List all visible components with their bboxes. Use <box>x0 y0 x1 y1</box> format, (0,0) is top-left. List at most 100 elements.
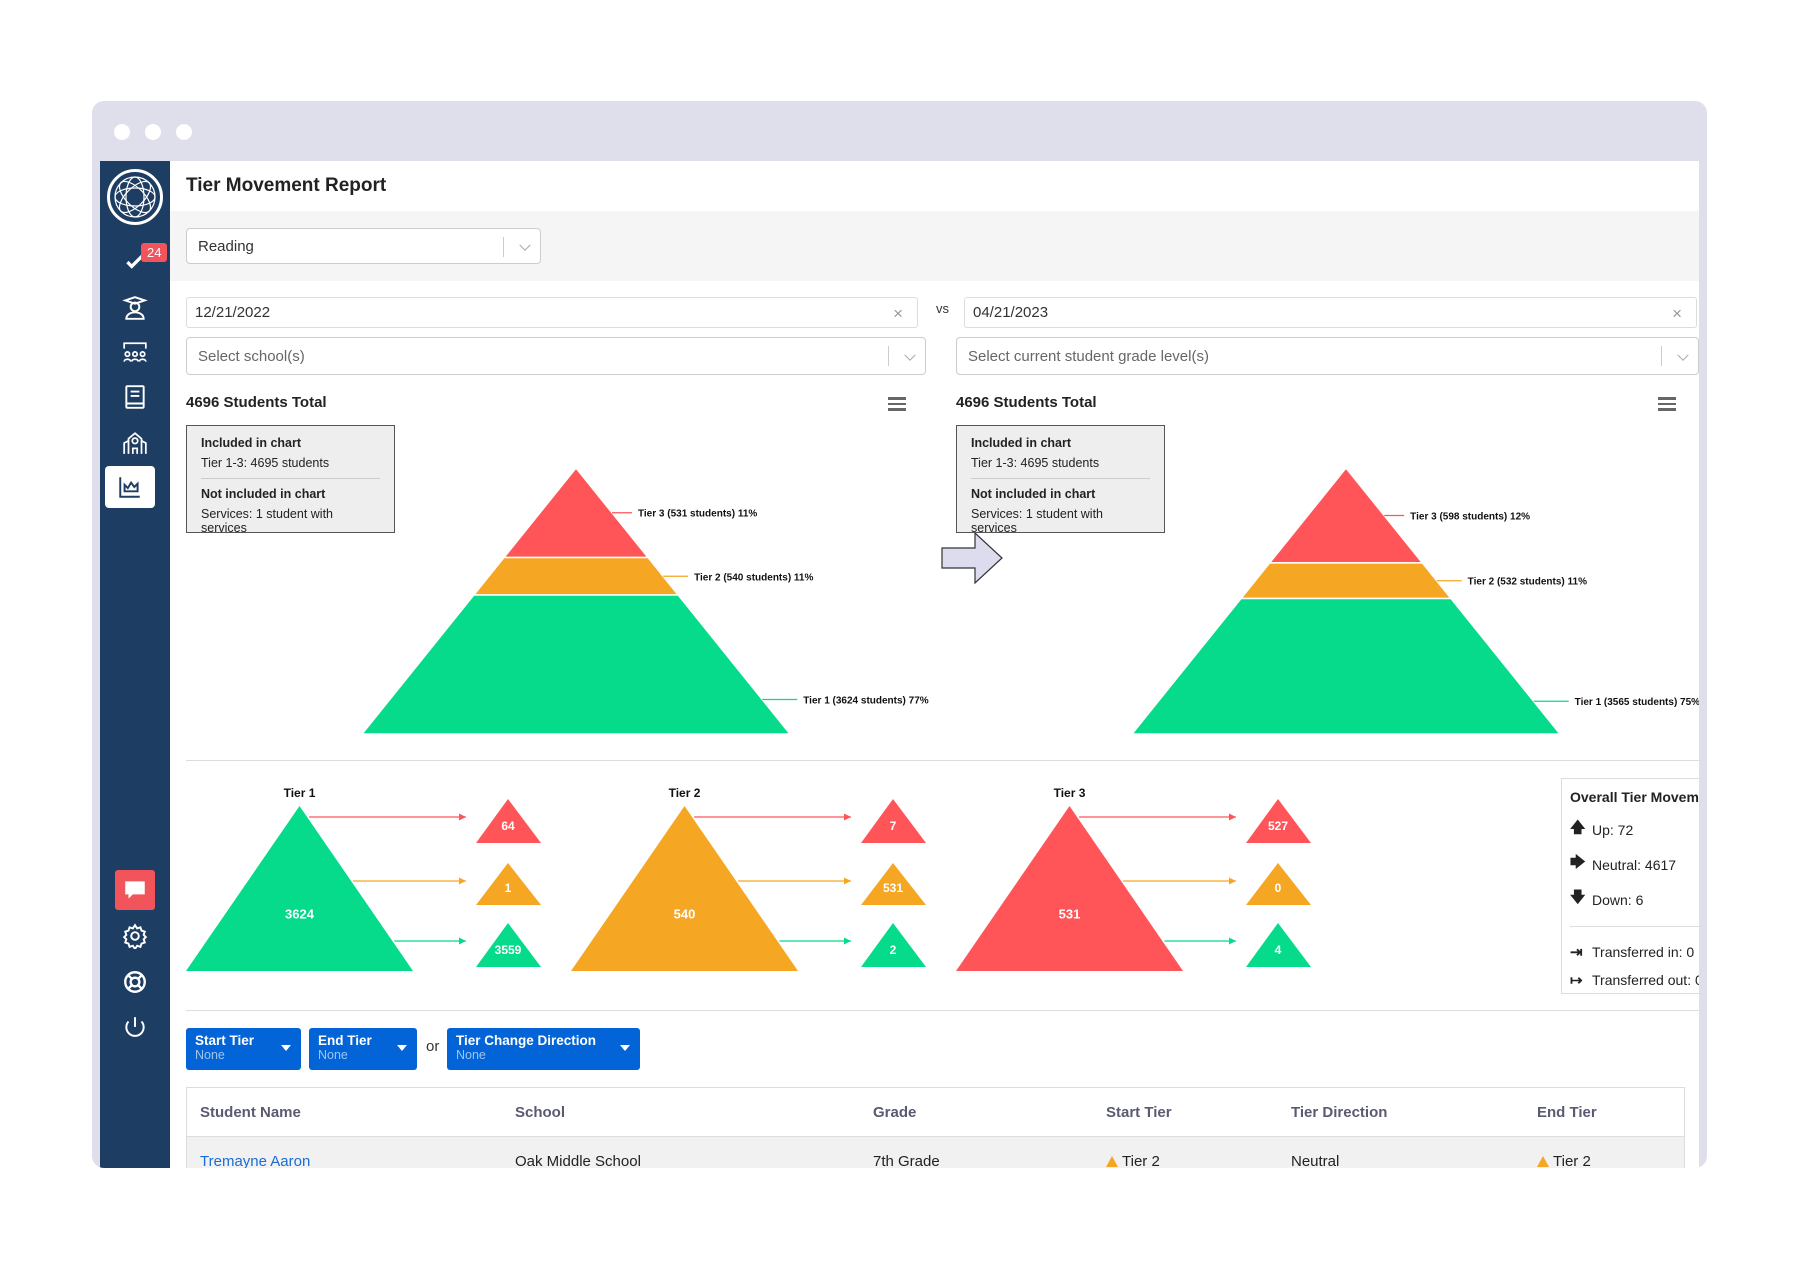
lifebuoy-icon <box>124 971 146 993</box>
sign-in-icon: ⇥ <box>1570 944 1583 961</box>
pyramid-label: Tier 1 (3624 students) 77% <box>803 696 929 707</box>
sidebar-item-chat[interactable] <box>115 870 155 910</box>
flow-target-value: 3559 <box>495 943 522 957</box>
flow-source-value: 531 <box>1059 907 1081 922</box>
sidebar-item-tasks[interactable]: 24 <box>111 241 168 281</box>
chart-icon <box>119 477 140 498</box>
flow-source-triangle[interactable] <box>956 806 1183 971</box>
pyramid-label: Tier 2 (532 students) 11% <box>1468 577 1587 588</box>
tier-flow-chart: Tier 1 3624 64 1 3559 Tier 2 540 7 531 2 Tier 3 531… <box>186 786 1311 971</box>
window-dot <box>145 124 161 140</box>
right-pyramid-chart: Tier 3 (598 students) 12% Tier 2 (532 stu… <box>1130 466 1699 735</box>
flow-source-value: 540 <box>674 907 696 922</box>
arrow-up-icon: 🡅 <box>1570 819 1586 836</box>
column-header[interactable]: Tier Direction <box>1291 1104 1387 1121</box>
left-chart-title: 4696 Students Total <box>186 394 327 411</box>
arrow-down-icon: 🡇 <box>1570 889 1586 906</box>
chart-menu-icon[interactable] <box>888 397 906 411</box>
chat-icon <box>125 881 145 899</box>
flow-source-value: 3624 <box>285 907 315 922</box>
start-date-value: 12/21/2022 <box>195 304 271 321</box>
book-icon <box>125 385 145 409</box>
sign-out-icon: ↦ <box>1570 972 1583 989</box>
flow-group-label: Tier 2 <box>669 786 701 800</box>
end-tier-value: None <box>318 1048 348 1062</box>
student-name-link[interactable]: Tremayne Aaron <box>200 1153 310 1169</box>
power-icon <box>125 1017 145 1037</box>
flow-group-label: Tier 3 <box>1054 786 1086 800</box>
column-header[interactable]: Start Tier <box>1106 1104 1172 1121</box>
sidebar: 24 <box>100 161 170 1168</box>
table-header: Student Name School Grade Start Tier Tie… <box>187 1088 1684 1137</box>
main-content: Tier Movement Report Reading 12/21/2022 … <box>170 161 1699 1168</box>
flow-target-value: 7 <box>890 819 897 833</box>
column-header[interactable]: End Tier <box>1537 1104 1597 1121</box>
overall-neutral: Neutral: 4617 <box>1592 856 1677 873</box>
start-tier-value: None <box>195 1048 225 1062</box>
subject-select[interactable]: Reading <box>186 228 541 264</box>
section-divider <box>186 760 1699 761</box>
sidebar-item-settings[interactable] <box>111 916 159 956</box>
school-icon <box>123 432 147 454</box>
chevron-down-icon <box>1677 349 1689 361</box>
section-divider <box>186 1010 1699 1011</box>
start-tier-cell: Tier 2 <box>1106 1153 1160 1168</box>
page-title: Tier Movement Report <box>186 175 387 196</box>
flow-target-value: 0 <box>1275 881 1282 895</box>
end-date-value: 04/21/2023 <box>973 304 1049 321</box>
pyramid-label: Tier 3 (531 students) 11% <box>638 509 757 520</box>
sidebar-item-logout[interactable] <box>111 1008 159 1048</box>
classroom-icon <box>123 342 147 362</box>
notification-badge: 24 <box>141 243 168 262</box>
sidebar-item-schools[interactable] <box>111 423 159 463</box>
pyramid-band-tier-2[interactable] <box>472 556 680 596</box>
clear-icon[interactable]: × <box>1672 304 1682 324</box>
overall-down: Down: 6 <box>1592 891 1644 908</box>
gear-icon <box>122 923 148 949</box>
chart-menu-icon[interactable] <box>1658 397 1676 411</box>
start-tier-filter[interactable]: Start Tier None <box>186 1028 301 1070</box>
flow-source-triangle[interactable] <box>571 806 798 971</box>
sidebar-item-students[interactable] <box>111 288 159 328</box>
clear-icon[interactable]: × <box>893 304 903 324</box>
overall-up: Up: 72 <box>1592 821 1634 838</box>
column-header[interactable]: School <box>515 1104 565 1121</box>
sidebar-item-library[interactable] <box>111 377 159 417</box>
flow-target-value: 527 <box>1268 819 1288 833</box>
vs-label: vs <box>936 301 949 316</box>
flow-target-value: 2 <box>890 943 897 957</box>
tier-direction-label: Tier Change Direction <box>456 1033 597 1048</box>
chevron-down-icon <box>904 349 916 361</box>
school-select[interactable]: Select school(s) <box>186 337 926 375</box>
table-row: Tremayne Aaron Oak Middle School 7th Gra… <box>187 1137 1684 1168</box>
caret-down-icon <box>620 1045 630 1051</box>
flow-target-value: 64 <box>501 819 515 833</box>
sidebar-item-classes[interactable] <box>111 333 159 373</box>
end-tier-filter[interactable]: End Tier None <box>309 1028 417 1070</box>
column-header[interactable]: Student Name <box>200 1104 301 1121</box>
pyramid-label: Tier 3 (598 students) 12% <box>1410 511 1530 522</box>
logo-icon <box>114 176 156 218</box>
end-date-input[interactable]: 04/21/2023 × <box>964 297 1697 328</box>
pyramid-band-tier-1[interactable] <box>360 594 792 735</box>
end-tier-label: End Tier <box>318 1033 372 1048</box>
flow-source-triangle[interactable] <box>186 806 413 971</box>
school-cell: Oak Middle School <box>515 1152 641 1169</box>
start-date-input[interactable]: 12/21/2022 × <box>186 297 918 328</box>
flow-target-value: 531 <box>883 881 903 895</box>
school-select-placeholder: Select school(s) <box>198 347 305 365</box>
grade-select[interactable]: Select current student grade level(s) <box>956 337 1699 375</box>
pyramid-band-tier-2[interactable] <box>1239 562 1453 600</box>
tier-direction-value: None <box>456 1048 486 1062</box>
tier-direction-filter[interactable]: Tier Change Direction None <box>447 1028 640 1070</box>
select-separator <box>1661 346 1662 366</box>
logo[interactable] <box>107 169 163 225</box>
pyramid-label: Tier 1 (3565 students) 75% <box>1575 697 1699 708</box>
sidebar-item-reports[interactable] <box>105 466 155 508</box>
right-chart-title: 4696 Students Total <box>956 394 1097 411</box>
pyramid-label: Tier 2 (540 students) 11% <box>694 572 813 583</box>
column-header[interactable]: Grade <box>873 1104 916 1121</box>
pyramid-band-tier-1[interactable] <box>1130 597 1562 735</box>
sidebar-item-help[interactable] <box>111 962 159 1002</box>
comparison-arrow-icon <box>941 531 1003 585</box>
